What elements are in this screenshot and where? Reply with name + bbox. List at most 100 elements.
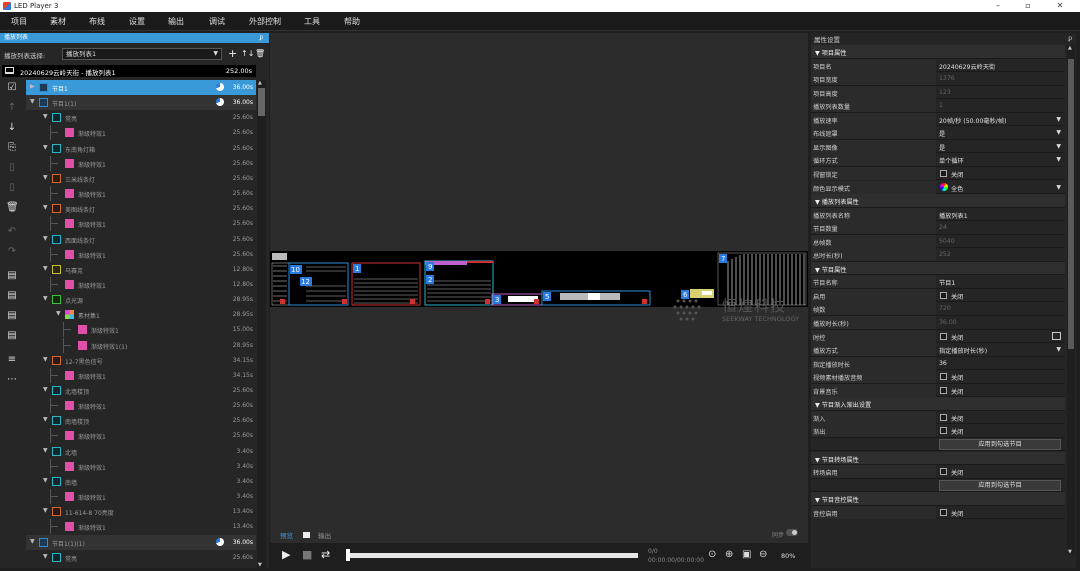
- checkbox[interactable]: [940, 468, 947, 476]
- checkbox[interactable]: [940, 427, 947, 435]
- properties-scrollbar-thumb[interactable]: [1068, 59, 1074, 349]
- tree-row[interactable]: 渐级特效1 3.40s: [26, 458, 256, 474]
- add-playlist-button[interactable]: +: [228, 48, 237, 60]
- tree-row[interactable]: 渐级特效1(1) 28.95s: [26, 337, 256, 353]
- playlist-header-row[interactable]: 20240629云岭天街 - 播放列表1 252.00s: [2, 65, 256, 77]
- playlist-select[interactable]: 播放列表1 ▼: [62, 48, 222, 60]
- tree-row[interactable]: ▼ 11-614-8 70亮度 13.40s: [26, 504, 256, 519]
- tree-row[interactable]: ▼ 节目1(1)(1) 36.00s: [26, 534, 256, 550]
- chevron-down-icon[interactable]: ▼: [43, 295, 48, 302]
- chevron-down-icon[interactable]: ▼: [56, 310, 61, 317]
- tree-row[interactable]: ▼ 三米线条灯 25.60s: [26, 171, 256, 186]
- trash-icon[interactable]: 🗑: [6, 202, 19, 214]
- tree-scrollbar-thumb[interactable]: [258, 88, 265, 116]
- list-add-icon[interactable]: ▤: [6, 270, 18, 282]
- chevron-down-icon[interactable]: ▼: [43, 113, 48, 120]
- stop-icon[interactable]: ■: [302, 548, 312, 561]
- maximize-button[interactable]: ▫: [1013, 0, 1043, 12]
- chevron-down-icon[interactable]: ▼: [43, 416, 48, 423]
- chevron-down-icon[interactable]: ▼: [1056, 143, 1061, 150]
- checkbox[interactable]: [940, 332, 947, 340]
- menu-debug[interactable]: 调试: [209, 16, 225, 27]
- tree-row[interactable]: ▼ 南墙 3.40s: [26, 474, 256, 489]
- tree-row[interactable]: ▼ 南墙楼顶 25.60s: [26, 413, 256, 428]
- apply-to-checked-button[interactable]: 应用到勾选节目: [939, 479, 1061, 491]
- apply-to-checked-button[interactable]: 应用到勾选节目: [939, 438, 1061, 450]
- property-value[interactable]: 节目1: [939, 278, 955, 287]
- chevron-down-icon[interactable]: ▼: [43, 144, 48, 151]
- checkbox[interactable]: [940, 169, 947, 177]
- copy-icon[interactable]: ⎘: [6, 142, 18, 154]
- tree-row[interactable]: 渐级特效1 25.60s: [26, 428, 256, 444]
- tree-row[interactable]: 渐级特效1 25.60s: [26, 246, 256, 262]
- property-section-header[interactable]: ▼ 项目属性: [811, 45, 1065, 59]
- chevron-down-icon[interactable]: ▼: [43, 553, 48, 560]
- tree-row[interactable]: 渐级特效1 15.00s: [26, 322, 256, 338]
- chevron-down-icon[interactable]: ▼: [43, 507, 48, 514]
- scroll-up-icon[interactable]: ▲: [1068, 45, 1072, 51]
- zoom-out-icon[interactable]: ⊖: [759, 549, 767, 560]
- list-insert-icon[interactable]: ▤: [6, 290, 18, 302]
- tree-row[interactable]: ▶ 节目1 36.00s: [26, 80, 256, 95]
- tree-row[interactable]: ▼ 美图线条灯 25.60s: [26, 201, 256, 216]
- checkbox[interactable]: [940, 373, 947, 381]
- chevron-down-icon[interactable]: ▼: [30, 538, 35, 545]
- move-up-icon[interactable]: ↑: [6, 102, 18, 114]
- paste-special-icon[interactable]: ▯: [6, 182, 18, 194]
- property-section-header[interactable]: ▼ 播放列表属性: [811, 194, 1065, 208]
- menu-material[interactable]: 素材: [50, 16, 66, 27]
- chevron-down-icon[interactable]: ▼: [1056, 156, 1061, 163]
- chevron-down-icon[interactable]: ▼: [43, 235, 48, 242]
- tree-row[interactable]: ▼ 北墙 3.40s: [26, 444, 256, 459]
- tree-scrollbar[interactable]: ▲ ▼: [257, 80, 266, 568]
- checkbox[interactable]: [940, 508, 947, 516]
- tree-row[interactable]: ▼ 东南角灯箱 25.60s: [26, 141, 256, 156]
- tree-row[interactable]: ▼ 节目1(1) 36.00s: [26, 95, 256, 111]
- chevron-down-icon[interactable]: ▼: [1056, 184, 1061, 191]
- chevron-down-icon[interactable]: ▼: [1056, 116, 1061, 123]
- checkbox[interactable]: [940, 413, 947, 421]
- chevron-down-icon[interactable]: ▼: [43, 265, 48, 272]
- zoom-actual-icon[interactable]: ▣: [742, 549, 751, 560]
- chevron-down-icon[interactable]: ▼: [30, 98, 35, 105]
- chevron-down-icon[interactable]: ▼: [43, 386, 48, 393]
- tree-row[interactable]: 渐级特效1 25.60s: [26, 155, 256, 171]
- zoom-in-icon[interactable]: ⊕: [725, 549, 733, 560]
- tree-row[interactable]: ▼ 点光源 28.95s: [26, 292, 256, 307]
- check-select-icon[interactable]: ☑: [6, 82, 18, 94]
- loop-icon[interactable]: ⇄: [321, 548, 330, 561]
- property-section-header[interactable]: ▼ 节目转场属性: [811, 451, 1065, 465]
- checkbox[interactable]: [940, 386, 947, 394]
- property-value[interactable]: 20240629云岭天街: [939, 62, 995, 71]
- scroll-up-icon[interactable]: ▲: [258, 80, 262, 86]
- tree-row[interactable]: 渐级特效1 3.40s: [26, 489, 256, 505]
- chevron-down-icon[interactable]: ▼: [43, 447, 48, 454]
- calendar-icon[interactable]: [1052, 331, 1061, 340]
- menu-wiring[interactable]: 布线: [89, 16, 105, 27]
- tree-row[interactable]: ▼ 常亮 25.60s: [26, 110, 256, 125]
- menu-project[interactable]: 项目: [11, 16, 27, 27]
- pin-icon[interactable]: ᵱ: [260, 33, 263, 43]
- tree-row[interactable]: ▼ 素材集1 28.95s: [26, 307, 256, 322]
- chevron-down-icon[interactable]: ▼: [43, 477, 48, 484]
- chevron-down-icon[interactable]: ▼: [1056, 346, 1061, 353]
- property-section-header[interactable]: ▼ 节目渐入渐出设置: [811, 397, 1065, 411]
- pin-icon[interactable]: ᵱ: [1068, 34, 1072, 42]
- menu-output[interactable]: 输出: [168, 16, 184, 27]
- tree-row[interactable]: 渐级特效1 25.60s: [26, 125, 256, 141]
- close-button[interactable]: ✕: [1045, 0, 1075, 12]
- menu-settings[interactable]: 设置: [129, 16, 145, 27]
- paste-icon[interactable]: ▯: [6, 162, 18, 174]
- sync-toggle[interactable]: [786, 529, 798, 536]
- chevron-down-icon[interactable]: ▼: [43, 356, 48, 363]
- more-icon[interactable]: ⋯: [6, 374, 18, 386]
- property-section-header[interactable]: ▼ 节目属性: [811, 261, 1065, 276]
- list-edit-icon[interactable]: ▤: [6, 310, 18, 322]
- menu-help[interactable]: 帮助: [344, 16, 360, 27]
- minimize-button[interactable]: –: [983, 0, 1013, 12]
- property-value[interactable]: 播放列表1: [939, 211, 968, 220]
- chevron-down-icon[interactable]: ▼: [43, 204, 48, 211]
- list-menu-icon[interactable]: ≡: [6, 354, 18, 366]
- zoom-fit-icon[interactable]: ⊙: [708, 549, 716, 560]
- sort-button[interactable]: ↑↓: [241, 48, 254, 60]
